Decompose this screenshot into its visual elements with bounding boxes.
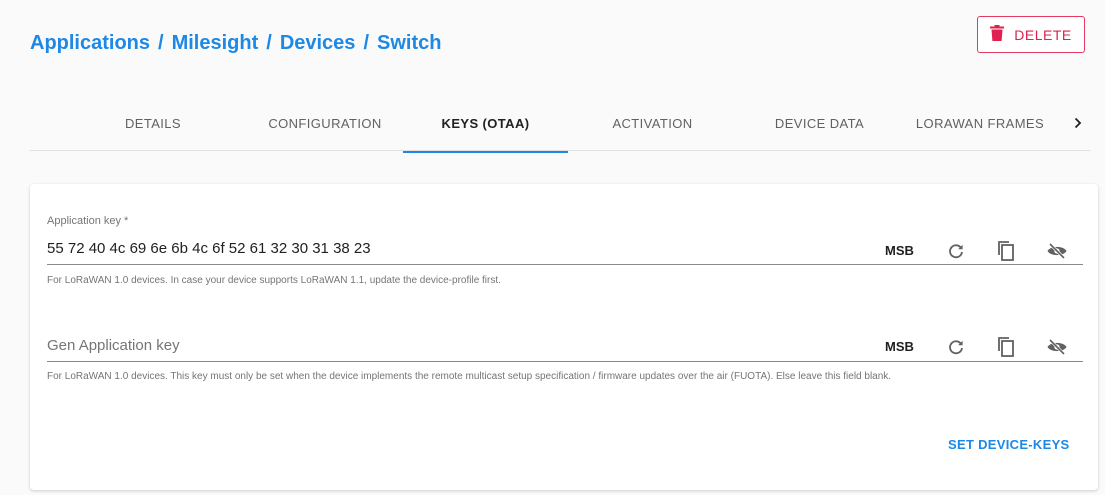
application-key-input[interactable]: 55 72 40 4c 69 6e 6b 4c 6f 52 61 32 30 3…: [47, 240, 371, 257]
delete-button[interactable]: DELETE: [977, 16, 1085, 53]
copy-icon[interactable]: [994, 239, 1016, 261]
trash-icon: [990, 25, 1005, 44]
tab-lorawan-frames[interactable]: LORAWAN FRAMES: [905, 95, 1055, 151]
chevron-right-icon[interactable]: [1065, 95, 1090, 151]
tab-activation[interactable]: ACTIVATION: [580, 95, 725, 151]
byte-order-toggle[interactable]: MSB: [885, 339, 914, 354]
visibility-off-icon[interactable]: [1046, 240, 1068, 262]
tab-configuration[interactable]: CONFIGURATION: [240, 95, 410, 151]
tab-details[interactable]: DETAILS: [78, 95, 228, 151]
tab-device-data[interactable]: DEVICE DATA: [742, 95, 897, 151]
breadcrumb-applications[interactable]: Applications: [30, 32, 150, 55]
refresh-icon[interactable]: [945, 240, 967, 262]
byte-order-toggle[interactable]: MSB: [885, 243, 914, 258]
set-device-keys-button[interactable]: SET DEVICE-KEYS: [948, 437, 1070, 452]
tab-keys-otaa[interactable]: KEYS (OTAA): [403, 95, 568, 153]
breadcrumb-milesight[interactable]: Milesight: [172, 32, 259, 55]
breadcrumb-separator: /: [363, 31, 369, 54]
application-key-helper-text: For LoRaWAN 1.0 devices. In case your de…: [47, 275, 501, 286]
gen-application-key-input[interactable]: Gen Application key: [47, 337, 180, 354]
application-key-underline: [47, 264, 1083, 265]
breadcrumb-separator: /: [158, 31, 164, 54]
breadcrumb-devices[interactable]: Devices: [280, 32, 356, 55]
gen-application-key-helper-text: For LoRaWAN 1.0 devices. This key must o…: [47, 371, 892, 382]
breadcrumb-switch[interactable]: Switch: [377, 32, 441, 55]
application-key-label: Application key *: [47, 215, 129, 227]
tab-bar: DETAILS CONFIGURATION KEYS (OTAA) ACTIVA…: [30, 95, 1090, 153]
keys-card: Application key * 55 72 40 4c 69 6e 6b 4…: [30, 184, 1098, 490]
refresh-icon[interactable]: [945, 336, 967, 358]
copy-icon[interactable]: [994, 335, 1016, 357]
gen-application-key-underline: [47, 361, 1083, 362]
breadcrumb: Applications / Milesight / Devices / Swi…: [30, 28, 441, 58]
breadcrumb-separator: /: [266, 31, 272, 54]
delete-button-label: DELETE: [1014, 26, 1072, 43]
visibility-off-icon[interactable]: [1046, 336, 1068, 358]
